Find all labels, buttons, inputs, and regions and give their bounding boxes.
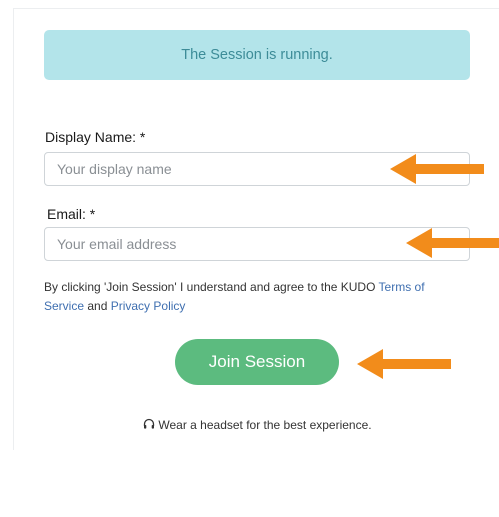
annotation-arrow-left-icon <box>390 154 484 184</box>
headset-note-text: Wear a headset for the best experience. <box>158 418 372 432</box>
display-name-label: Display Name: * <box>45 129 146 145</box>
agreement-and: and <box>84 299 111 313</box>
agreement-text: By clicking 'Join Session' I understand … <box>44 278 464 316</box>
annotation-arrow-left-icon <box>357 349 451 379</box>
agreement-prefix: By clicking 'Join Session' I understand … <box>44 280 379 294</box>
headphones-icon <box>144 418 155 429</box>
session-status-text: The Session is running. <box>181 47 333 63</box>
annotation-arrow-left-icon <box>406 228 499 258</box>
privacy-policy-link[interactable]: Privacy Policy <box>111 299 186 313</box>
session-status-banner: The Session is running. <box>44 30 470 80</box>
join-session-button[interactable]: Join Session <box>175 339 339 385</box>
email-label: Email: * <box>47 206 96 222</box>
join-session-label: Join Session <box>208 352 306 371</box>
headset-note: Wear a headset for the best experience. <box>0 418 499 432</box>
